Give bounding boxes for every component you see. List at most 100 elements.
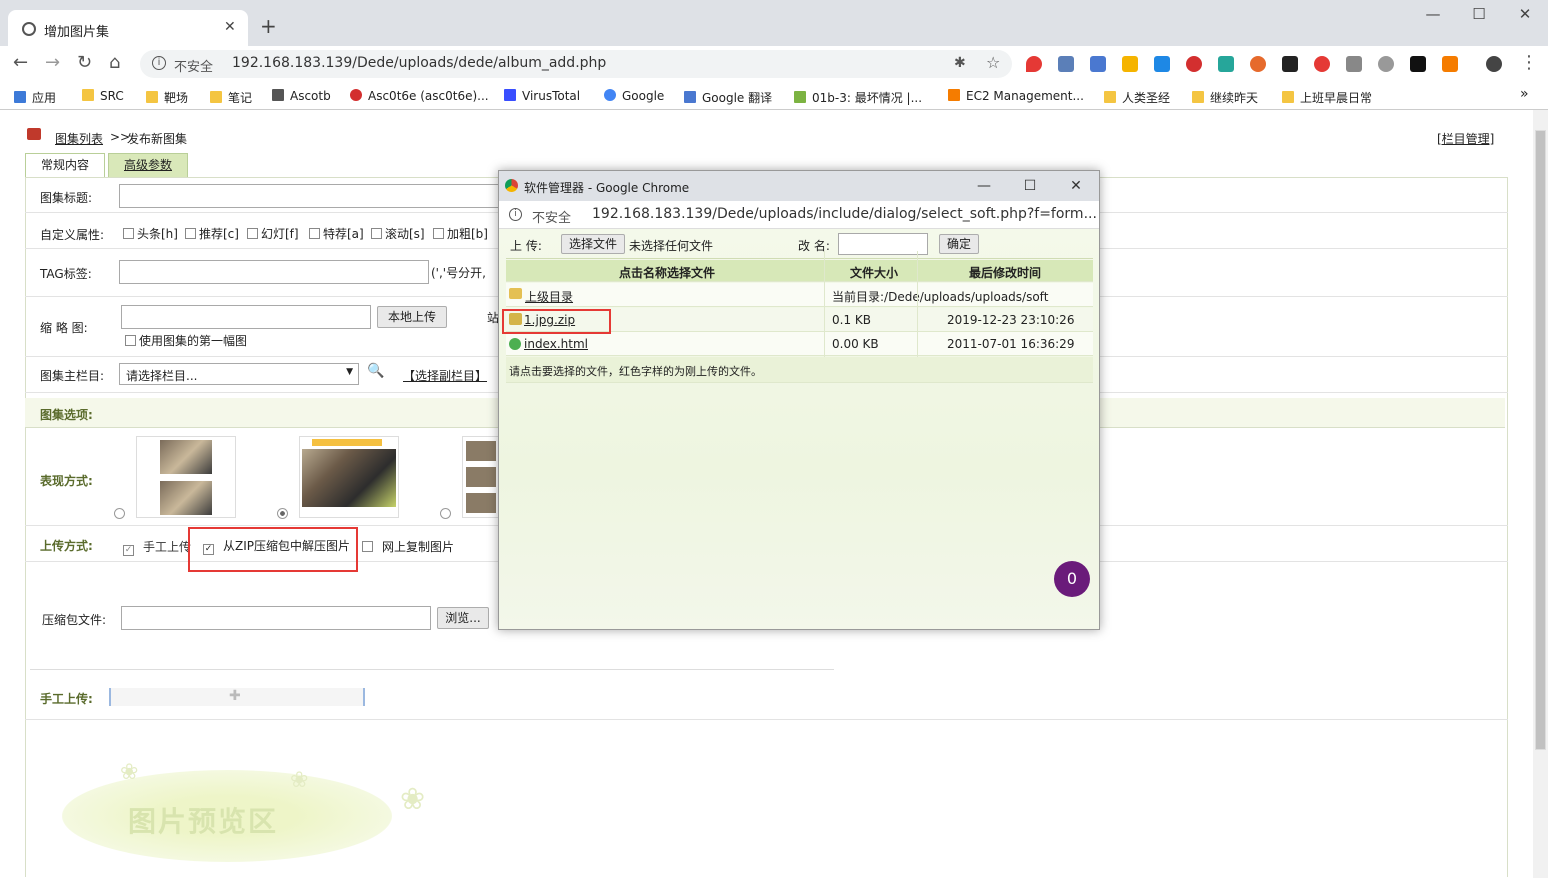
- popup-url[interactable]: 192.168.183.139/Dede/uploads/include/dia…: [592, 206, 1097, 222]
- ext-icon-10[interactable]: [1314, 56, 1330, 72]
- translate-icon: [684, 91, 696, 103]
- web-copy-checkbox[interactable]: 网上复制图片: [362, 538, 454, 555]
- extension-puzzle-icon[interactable]: ✱: [954, 55, 966, 71]
- avatar[interactable]: [1486, 56, 1502, 72]
- security-label: 不安全: [174, 60, 214, 75]
- tab-general[interactable]: 常规内容: [25, 153, 105, 177]
- notification-badge[interactable]: 0: [1054, 561, 1090, 597]
- popup-address-bar[interactable]: i 不安全 192.168.183.139/Dede/uploads/inclu…: [499, 201, 1099, 229]
- bookmark-item[interactable]: 人类圣经: [1104, 89, 1170, 106]
- bookmark-star-icon[interactable]: ☆: [986, 53, 1000, 72]
- display-option-thumb[interactable]: [136, 436, 236, 518]
- scrollbar-thumb[interactable]: [1535, 130, 1546, 750]
- translate-ext-icon[interactable]: [1090, 56, 1106, 72]
- new-tab-button[interactable]: +: [260, 16, 277, 36]
- minimize-button[interactable]: —: [1410, 0, 1456, 30]
- folder-icon: [1104, 91, 1116, 103]
- forward-icon[interactable]: →: [45, 54, 60, 72]
- attr-label: 自定义属性:: [40, 228, 105, 242]
- file-name-link[interactable]: index.html: [524, 337, 588, 351]
- flash-upload-placeholder[interactable]: ✚: [109, 688, 365, 706]
- popup-minimize-button[interactable]: —: [961, 171, 1007, 201]
- ext-icon-8[interactable]: [1250, 56, 1266, 72]
- bookmark-item[interactable]: Asc0t6e (asc0t6e)...: [350, 89, 489, 103]
- file-row[interactable]: index.html 0.00 KB 2011-07-01 16:36:29: [506, 332, 1093, 356]
- info-icon[interactable]: i: [152, 56, 166, 70]
- parent-dir-link[interactable]: 上级目录: [525, 288, 573, 305]
- ext-icon-13[interactable]: [1410, 56, 1426, 72]
- bookmark-item[interactable]: 上班早晨日常: [1282, 89, 1372, 106]
- bookmark-item[interactable]: EC2 Management...: [948, 89, 1084, 103]
- column-mgmt-link[interactable]: [栏目管理]: [1437, 130, 1494, 147]
- url-text[interactable]: 192.168.183.139/Dede/uploads/dede/album_…: [232, 55, 606, 71]
- bookmark-item[interactable]: Google 翻译: [684, 89, 772, 106]
- browse-button[interactable]: 浏览...: [437, 607, 489, 629]
- attr-checkbox[interactable]: 滚动[s]: [371, 225, 425, 242]
- breadcrumb-link[interactable]: 图集列表: [55, 130, 103, 147]
- confirm-button[interactable]: 确定: [939, 234, 979, 254]
- upload-label: 上传方式:: [40, 539, 93, 553]
- popup-titlebar[interactable]: 软件管理器 - Google Chrome — ☐ ✕: [499, 171, 1099, 201]
- adblock-ext-icon[interactable]: [1186, 56, 1202, 72]
- back-icon[interactable]: ←: [13, 54, 28, 72]
- display-radio[interactable]: [440, 508, 451, 519]
- ext-icon-9[interactable]: [1282, 56, 1298, 72]
- producthunt-ext-icon[interactable]: [1442, 56, 1458, 72]
- bookmark-item[interactable]: 继续昨天: [1192, 89, 1258, 106]
- ext-icon-2[interactable]: [1058, 56, 1074, 72]
- ext-icon-12[interactable]: [1378, 56, 1394, 72]
- file-manager-popup: 软件管理器 - Google Chrome — ☐ ✕ i 不安全 192.16…: [498, 170, 1100, 630]
- close-window-button[interactable]: ✕: [1502, 0, 1548, 30]
- local-upload-button[interactable]: 本地上传: [377, 306, 447, 328]
- no-file-text: 未选择任何文件: [629, 239, 714, 253]
- attr-checkbox[interactable]: 加粗[b]: [433, 225, 488, 242]
- column-select[interactable]: 请选择栏目... ▼: [119, 363, 359, 385]
- maximize-button[interactable]: ☐: [1456, 0, 1502, 30]
- bookmark-item[interactable]: VirusTotal: [504, 89, 580, 103]
- popup-close-button[interactable]: ✕: [1053, 171, 1099, 201]
- attr-checkbox[interactable]: 幻灯[f]: [247, 225, 299, 242]
- tag-input[interactable]: [119, 260, 429, 284]
- zip-file-input[interactable]: [121, 606, 431, 630]
- bookmark-item[interactable]: 01b-3: 最坏情况 |...: [794, 89, 922, 106]
- ext-icon-7[interactable]: [1218, 56, 1234, 72]
- bookmark-apps[interactable]: 应用: [14, 89, 56, 106]
- attr-checkbox[interactable]: 推荐[c]: [185, 225, 239, 242]
- parent-dir-row[interactable]: 上级目录 当前目录:/Dede/uploads/uploads/soft: [506, 283, 1093, 307]
- attr-checkbox[interactable]: 特荐[a]: [309, 225, 364, 242]
- reload-icon[interactable]: ↻: [77, 54, 92, 72]
- bookmarks-more-icon[interactable]: »: [1520, 86, 1529, 102]
- address-bar[interactable]: i 不安全 192.168.183.139/Dede/uploads/dede/…: [140, 50, 1012, 78]
- browser-tab[interactable]: 增加图片集 ✕: [8, 10, 248, 46]
- gitzip-ext-icon[interactable]: [1346, 56, 1362, 72]
- search-icon[interactable]: 🔍: [367, 363, 384, 379]
- bookmark-item[interactable]: 笔记: [210, 89, 252, 106]
- rename-input[interactable]: [838, 233, 928, 255]
- bookmark-item[interactable]: SRC: [82, 89, 124, 103]
- popup-maximize-button[interactable]: ☐: [1007, 171, 1053, 201]
- thumb-input[interactable]: [121, 305, 371, 329]
- bookmark-item[interactable]: 靶场: [146, 89, 188, 106]
- bookmark-item[interactable]: Ascotb: [272, 89, 331, 103]
- display-radio-selected[interactable]: [277, 508, 288, 519]
- close-tab-icon[interactable]: ✕: [224, 19, 236, 35]
- manual-upload-checkbox[interactable]: ✓ 手工上传: [123, 538, 191, 556]
- page-scrollbar[interactable]: [1533, 110, 1548, 878]
- download-ext-icon[interactable]: [1154, 56, 1170, 72]
- file-table-header: 点击名称选择文件 文件大小 最后修改时间: [506, 260, 1093, 282]
- location-ext-icon[interactable]: [1026, 56, 1042, 72]
- display-radio[interactable]: [114, 508, 125, 519]
- sub-column-link[interactable]: 【选择副栏目】: [403, 367, 487, 384]
- home-icon[interactable]: ⌂: [109, 54, 120, 72]
- display-option-thumb[interactable]: [462, 436, 502, 518]
- tab-advanced[interactable]: 高级参数: [108, 153, 188, 177]
- use-first-checkbox[interactable]: 使用图集的第一幅图: [125, 332, 247, 349]
- choose-file-button[interactable]: 选择文件: [561, 234, 625, 254]
- title-input[interactable]: [119, 184, 499, 208]
- info-icon[interactable]: i: [509, 208, 522, 221]
- menu-icon[interactable]: ⋮: [1520, 54, 1538, 72]
- display-option-thumb[interactable]: [299, 436, 399, 518]
- bookmark-item[interactable]: Google: [604, 89, 664, 103]
- attr-checkbox[interactable]: 头条[h]: [123, 225, 178, 242]
- ext-icon-4[interactable]: [1122, 56, 1138, 72]
